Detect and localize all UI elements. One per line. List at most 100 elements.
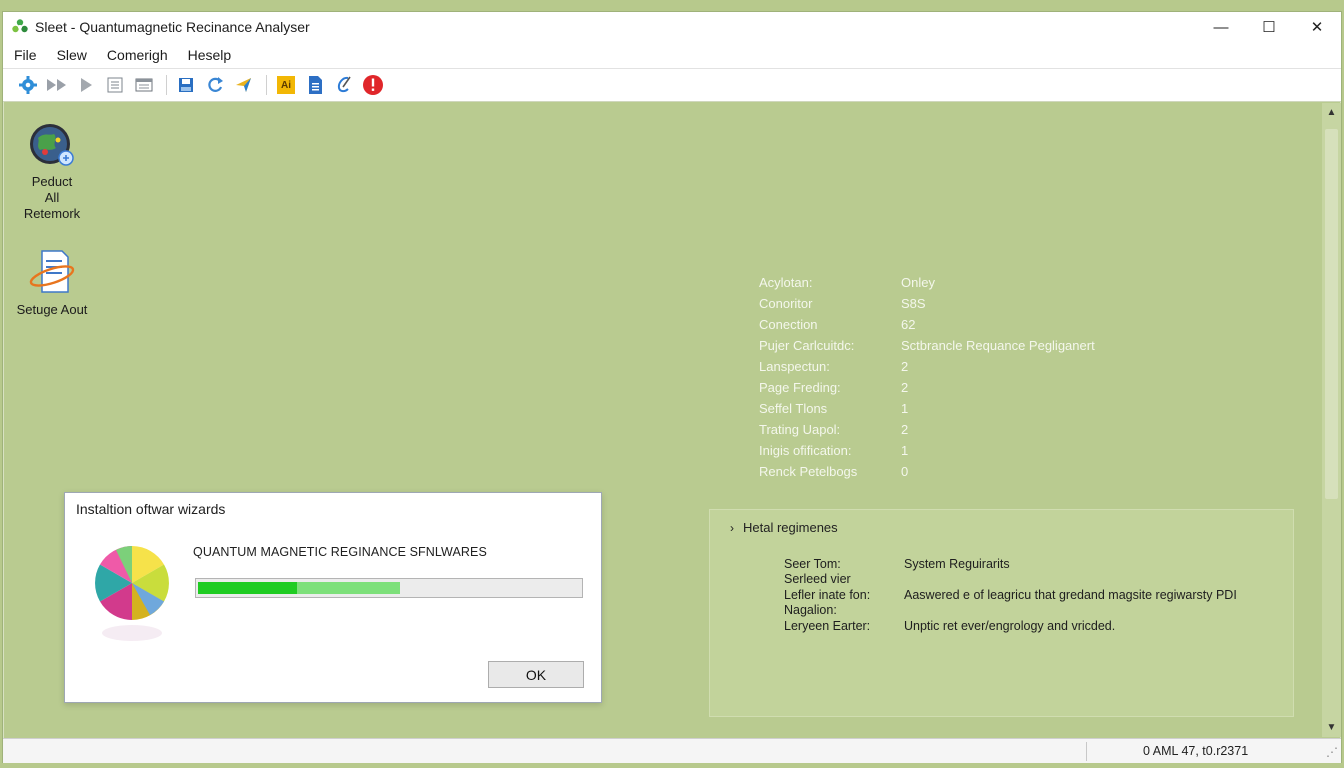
property-row: Conection 62: [759, 314, 1095, 335]
requirement-row: Seer Tom: Serleed vier System Reguirarits: [784, 557, 1237, 587]
desktop-icon-label: Setuge Aout: [16, 302, 88, 317]
menu-heselp[interactable]: Heselp: [187, 45, 233, 65]
error-icon: [363, 75, 383, 95]
save-button[interactable]: [173, 73, 199, 97]
menu-slew[interactable]: Slew: [56, 45, 88, 65]
property-value: 2: [901, 422, 909, 437]
property-row: Conoritor S8S: [759, 293, 1095, 314]
scroll-down-icon[interactable]: ▼: [1322, 718, 1341, 737]
toolbar-separator: [166, 75, 167, 95]
maximize-button[interactable]: ☐: [1245, 12, 1293, 42]
property-key: Seffel Tlons: [759, 401, 828, 416]
requirements-header-label: Hetal regimenes: [743, 520, 838, 535]
menu-file[interactable]: File: [13, 45, 38, 65]
progress-fill-dark: [198, 582, 298, 594]
fast-forward-button[interactable]: [44, 73, 70, 97]
property-value: Sctbrancle Requance Pegliganert: [901, 338, 1095, 353]
title-bar: Sleet - Quantumagnetic Recinance Analyse…: [3, 12, 1341, 42]
property-row: Lanspectun: 2: [759, 356, 1095, 377]
ok-button[interactable]: OK: [488, 661, 584, 688]
installation-dialog: Instaltion oftwar wizards QUANTUM MAGNET…: [64, 492, 602, 703]
error-button[interactable]: [360, 73, 386, 97]
globe-network-icon: [30, 124, 74, 166]
settings-button[interactable]: [15, 73, 41, 97]
navigate-button[interactable]: [231, 73, 257, 97]
app-logo-icon: [12, 19, 28, 33]
property-key: Conection: [759, 317, 818, 332]
property-row: Acylotan: Onley: [759, 272, 1095, 293]
property-value: 1: [901, 443, 909, 458]
requirements-list: Seer Tom: Serleed vier System Reguirarits…: [784, 557, 1237, 635]
setup-document-icon: [29, 250, 75, 293]
resize-grip-icon[interactable]: ⋰: [1326, 745, 1338, 759]
property-value: 1: [901, 401, 909, 416]
window-controls: — ☐ ✕: [1197, 12, 1341, 42]
property-row: Page Freding: 2: [759, 377, 1095, 398]
requirement-value: System Reguirarits: [904, 557, 1010, 571]
install-progress-bar: [195, 578, 583, 598]
desktop-icon-setup[interactable]: Setuge Aout: [9, 248, 95, 318]
document-list-button[interactable]: [102, 73, 128, 97]
desktop-icon-product-network[interactable]: Peduct All Retemork: [9, 122, 95, 222]
dialog-title: Instaltion oftwar wizards: [76, 501, 226, 517]
document-icon: [309, 76, 322, 94]
save-icon: [179, 78, 193, 92]
property-key: Renck Petelbogs: [759, 464, 858, 479]
menu-bar: File Slew Comerigh Heselp: [3, 42, 1341, 69]
properties-list: Acylotan: Onley Conoritor S8S Conection 62 …: [759, 272, 1095, 482]
property-row: Pujer Carlcuitdc: Sctbrancle Requance Peg…: [759, 335, 1095, 356]
property-value: 2: [901, 359, 909, 374]
vertical-scrollbar[interactable]: ▲ ▼: [1322, 103, 1341, 737]
property-key: Lanspectun:: [759, 359, 830, 374]
app-window: Sleet - Quantumagnetic Recinance Analyse…: [2, 11, 1342, 763]
property-row: Seffel Tlons 1: [759, 398, 1095, 419]
property-value: 62: [901, 317, 916, 332]
requirement-value: Aaswered e of leagricu that gredand mags…: [904, 588, 1237, 602]
property-value: Onley: [901, 275, 935, 290]
minimize-button[interactable]: —: [1197, 12, 1245, 42]
menu-comerigh[interactable]: Comerigh: [106, 45, 169, 65]
property-row: Inigis ofification: 1: [759, 440, 1095, 461]
close-button[interactable]: ✕: [1293, 12, 1341, 42]
property-key: Trating Uapol:: [759, 422, 841, 437]
property-key: Page Freding:: [759, 380, 841, 395]
requirements-header[interactable]: › Hetal regimenes: [730, 520, 838, 535]
property-row: Trating Uapol: 2: [759, 419, 1095, 440]
status-bar: 0 AML 47, t0.r2371 ⋰: [3, 738, 1341, 763]
play-button[interactable]: [73, 73, 99, 97]
window-title: Sleet - Quantumagnetic Recinance Analyse…: [35, 19, 310, 35]
scroll-up-icon[interactable]: ▲: [1322, 103, 1341, 122]
toolbar: Ai: [3, 69, 1341, 102]
edit-button[interactable]: [331, 73, 357, 97]
status-text: 0 AML 47, t0.r2371: [1143, 744, 1249, 758]
requirements-panel: › Hetal regimenes Seer Tom: Serleed vier…: [709, 509, 1294, 717]
property-value: S8S: [901, 296, 926, 311]
toolbar-separator: [266, 75, 267, 95]
property-key: Acylotan:: [759, 275, 813, 290]
property-key: Pujer Carlcuitdc:: [759, 338, 855, 353]
requirement-row: Leryeen Earter: Unptic ret ever/engrology…: [784, 619, 1237, 634]
chevron-right-icon: ›: [730, 520, 734, 535]
window-icon: [135, 78, 153, 92]
text-button[interactable]: Ai: [273, 73, 299, 97]
window-button[interactable]: [131, 73, 157, 97]
requirement-key: Lefler inate fon: Nagalion:: [784, 588, 871, 617]
property-value: 0: [901, 464, 909, 479]
scroll-thumb[interactable]: [1325, 129, 1338, 499]
property-row: Renck Petelbogs 0: [759, 461, 1095, 482]
property-key: Inigis ofification:: [759, 443, 852, 458]
dialog-heading: QUANTUM MAGNETIC REGINANCE SFNLWARES: [193, 545, 487, 559]
play-icon: [81, 78, 92, 92]
refresh-button[interactable]: [202, 73, 228, 97]
navigate-icon: [236, 78, 251, 92]
color-wheel-icon: [95, 546, 169, 641]
document-list-icon: [107, 77, 123, 93]
settings-icon: [19, 76, 37, 94]
desktop-icon-label: Peduct All Retemork: [23, 174, 81, 221]
edit-icon: [337, 76, 351, 93]
requirement-value: Unptic ret ever/engrology and vricded.: [904, 619, 1116, 633]
document-button[interactable]: [302, 73, 328, 97]
fast-forward-icon: [47, 79, 66, 91]
refresh-icon: [208, 77, 223, 92]
status-divider: [1086, 742, 1087, 761]
